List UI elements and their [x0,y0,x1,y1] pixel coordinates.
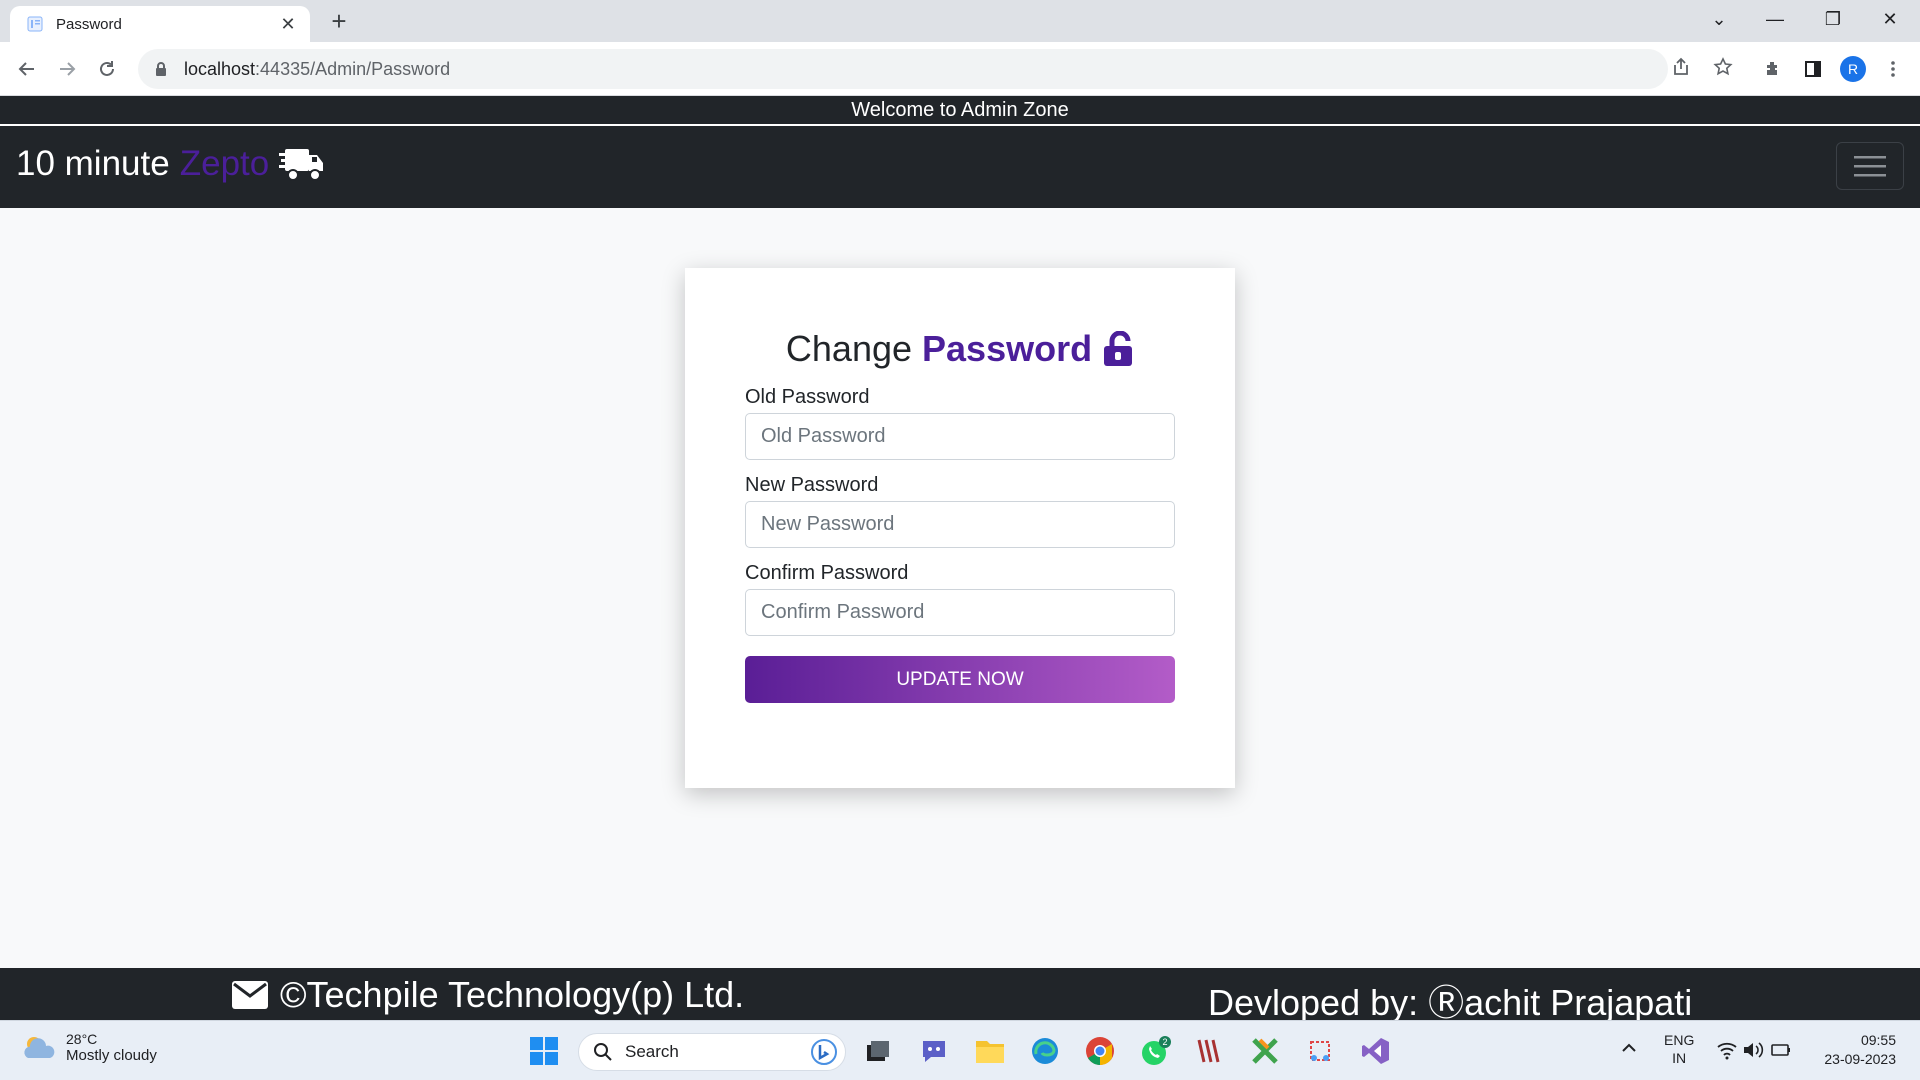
welcome-banner: Welcome to Admin Zone [0,96,1920,126]
truck-fast-icon [279,149,324,181]
winrar-icon[interactable] [1192,1033,1228,1069]
whatsapp-badge: 2 [1162,1037,1167,1047]
site-navbar: 10 minute Zepto [0,126,1920,208]
old-password-group: Old Password [745,386,1175,460]
clock-time: 09:55 [1860,1032,1896,1048]
envelope-icon [232,981,268,1009]
weather-widget[interactable]: 28°C Mostly cloudy [22,1031,157,1064]
edge-icon[interactable] [1027,1033,1063,1069]
browser-toolbar: localhost:44335/Admin/Password R [0,42,1920,96]
clock-date: 23-09-2023 [1824,1051,1896,1067]
system-tray[interactable] [1716,1039,1792,1065]
chevron-up-icon [1622,1043,1636,1052]
brand-accent-text: Zepto [179,144,270,183]
old-password-input[interactable] [745,413,1175,460]
update-now-button[interactable]: UPDATE NOW [745,656,1175,703]
lock-icon[interactable] [152,60,170,78]
confirm-password-label: Confirm Password [745,562,909,584]
url-path: :44335/Admin/Password [255,58,451,79]
tab-close-icon[interactable]: ✕ [278,14,298,35]
volume-icon [1744,1042,1764,1058]
weather-cloud-icon [24,1036,55,1058]
tab-search-icon[interactable]: ⌄ [1699,4,1739,34]
old-password-label: Old Password [745,386,870,408]
title-main: Change [785,328,913,369]
page-title: Change Password [745,328,1175,370]
visual-studio-icon[interactable] [1358,1033,1394,1069]
developer-name: achit Prajapati [1464,982,1693,1023]
copyright-text: ©Techpile Technology(p) Ltd. [280,974,745,1015]
snipping-tool-icon[interactable] [1302,1033,1338,1069]
file-explorer-icon[interactable] [972,1033,1008,1069]
unlock-icon [1104,331,1133,366]
new-tab-button[interactable]: + [326,8,352,34]
new-password-label: New Password [745,474,879,496]
browser-tab-bar: Password ✕ + ⌄ — ❐ ✕ [0,0,1920,42]
browser-tab[interactable]: Password ✕ [10,6,310,42]
page-icon [27,16,43,32]
profile-initial: R [1840,56,1866,82]
minimize-button[interactable]: — [1755,4,1795,34]
title-accent: Password [922,328,1093,369]
confirm-password-input[interactable] [745,589,1175,636]
developer-prefix: Devloped by: [1208,982,1429,1023]
tab-title: Password [56,15,122,33]
forward-button[interactable] [50,52,84,86]
browser-menu-icon[interactable] [1878,54,1908,84]
close-window-button[interactable]: ✕ [1870,4,1910,34]
navbar-toggle-button[interactable] [1836,142,1904,190]
chrome-icon[interactable] [1082,1033,1118,1069]
wifi-icon [1717,1042,1737,1060]
whatsapp-icon[interactable]: 2 [1138,1033,1174,1069]
chat-icon[interactable] [916,1033,952,1069]
search-label: Search [625,1042,679,1061]
taskbar-clock[interactable]: 09:55 23-09-2023 [1824,1031,1896,1069]
back-arrow-icon [18,62,34,76]
share-icon[interactable] [1666,52,1696,82]
address-bar[interactable]: localhost:44335/Admin/Password [138,49,1668,89]
forward-arrow-icon [60,62,76,76]
footer-copyright: ©Techpile Technology(p) Ltd. [232,974,744,1016]
start-button[interactable] [526,1033,562,1069]
taskbar-search[interactable]: Search [578,1033,846,1071]
reload-icon [100,61,114,76]
restore-button[interactable]: ❐ [1813,4,1853,34]
new-password-input[interactable] [745,501,1175,548]
url-host: localhost [184,58,256,79]
new-password-group: New Password [745,474,1175,548]
language-top: ENG [1664,1032,1695,1048]
extensions-icon[interactable] [1758,54,1788,84]
profile-avatar[interactable]: R [1838,54,1868,84]
language-indicator[interactable]: ENG IN [1664,1031,1694,1067]
reload-button[interactable] [90,52,124,86]
task-view-icon[interactable] [860,1033,896,1069]
windows-taskbar: 28°C Mostly cloudy Search 2 ENG IN 09:55… [0,1020,1920,1080]
language-bottom: IN [1672,1050,1687,1066]
windows-logo-icon [530,1037,558,1065]
side-panel-icon[interactable] [1798,54,1828,84]
battery-icon [1771,1044,1790,1056]
search-icon [594,1043,612,1061]
site-footer: ©Techpile Technology(p) Ltd. Devloped by… [0,968,1920,1023]
developer-r-symbol: Ⓡ [1428,982,1465,1023]
bookmark-star-icon[interactable] [1708,52,1738,82]
change-password-card: Change Password Old Password New Passwor… [685,268,1235,788]
xampp-icon[interactable] [1247,1033,1283,1069]
weather-temperature: 28°C [66,1031,98,1047]
confirm-password-group: Confirm Password [745,562,1175,636]
hamburger-icon [1854,156,1886,177]
brand-main-text: 10 minute [16,144,170,183]
show-hidden-icons[interactable] [1620,1031,1638,1061]
footer-developer: Devloped by: Ⓡachit Prajapati [1208,974,1692,1026]
weather-condition: Mostly cloudy [66,1047,157,1064]
back-button[interactable] [10,52,44,86]
brand-logo[interactable]: 10 minute Zepto [16,144,325,184]
bing-icon [811,1039,837,1065]
